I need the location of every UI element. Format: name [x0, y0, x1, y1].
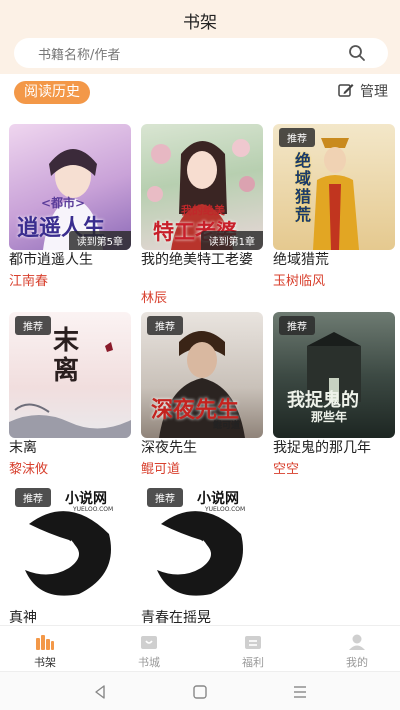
- reading-history-button[interactable]: 阅读历史: [14, 81, 90, 104]
- cover-subtitle: 鲲可道: [213, 421, 241, 431]
- cover-subtitle: 那些年: [311, 410, 348, 424]
- book-cover[interactable]: 推荐 小说网 YUELOO.COM: [9, 484, 131, 608]
- book-cover[interactable]: 推荐 深夜先生 鲲可道: [141, 312, 263, 438]
- tab-label: 书城: [138, 656, 160, 669]
- book-cover[interactable]: <都市> 逍遥人生 读到第5章: [9, 124, 131, 250]
- tab-label: 我的: [346, 656, 368, 669]
- book-author: 玉树临风: [273, 274, 326, 289]
- tab-bookstore[interactable]: 书城: [109, 626, 189, 672]
- tab-label: 福利: [242, 656, 264, 669]
- reading-progress-badge: 读到第5章: [68, 231, 131, 250]
- book-cover[interactable]: 我的绝美 特工老婆 读到第1章: [141, 124, 263, 250]
- tab-welfare[interactable]: 福利: [213, 626, 293, 672]
- book-cover[interactable]: 推荐 我捉鬼的 那些年: [273, 312, 395, 438]
- book-cover[interactable]: 推荐 绝域猎荒: [273, 124, 395, 250]
- book-author: 林辰: [141, 291, 168, 306]
- book-title: 都市逍遥人生: [9, 252, 93, 268]
- book-title: 末离: [9, 440, 37, 456]
- bookstore-icon: [141, 636, 157, 649]
- manage-button[interactable]: 管理: [338, 81, 388, 100]
- book-author: 黎沫攸: [9, 462, 49, 477]
- recommend-badge: 推荐: [279, 316, 315, 335]
- book-author: 空空: [273, 462, 300, 477]
- book-author: 鲲可道: [141, 462, 181, 477]
- book-title: 我捉鬼的那几年: [273, 440, 371, 456]
- home-icon[interactable]: [192, 684, 208, 700]
- search-input[interactable]: 书籍名称/作者: [38, 44, 120, 63]
- book-author: 江南春: [9, 274, 49, 289]
- bottom-tab-bar: 书架 书城 福利 我的: [0, 625, 400, 671]
- manage-label: 管理: [360, 84, 388, 100]
- edit-icon: [338, 84, 354, 97]
- book-title: 绝域猎荒: [273, 252, 329, 268]
- book-cover[interactable]: 推荐 末离: [9, 312, 131, 438]
- tab-profile[interactable]: 我的: [317, 626, 397, 672]
- gift-icon: [245, 636, 261, 649]
- recommend-badge: 推荐: [15, 488, 51, 507]
- recommend-badge: 推荐: [15, 316, 51, 335]
- cover-subtitle: YUELOO.COM: [205, 506, 246, 513]
- recommend-badge: 推荐: [147, 488, 183, 507]
- profile-icon: [349, 634, 365, 650]
- book-cover[interactable]: 推荐 小说网 YUELOO.COM: [141, 484, 263, 608]
- recommend-badge: 推荐: [147, 316, 183, 335]
- recommend-badge: 推荐: [279, 128, 315, 147]
- book-title: 深夜先生: [141, 440, 197, 456]
- book-title: 我的绝美特工老婆: [141, 252, 253, 268]
- cover-subtitle: <都市>: [41, 196, 86, 210]
- search-bar[interactable]: 书籍名称/作者: [14, 38, 388, 68]
- cover-title: 小说网: [65, 491, 107, 507]
- tab-bookshelf[interactable]: 书架: [5, 626, 85, 672]
- search-icon[interactable]: [348, 44, 366, 62]
- page-title: 书架: [183, 13, 217, 33]
- reading-progress-badge: 读到第1章: [200, 231, 263, 250]
- back-icon[interactable]: [92, 684, 108, 700]
- bookshelf-icon: [36, 635, 54, 650]
- cover-title: 末离: [53, 326, 80, 386]
- tab-label: 书架: [34, 656, 56, 669]
- cover-title: 小说网: [197, 491, 239, 507]
- cover-subtitle: YUELOO.COM: [73, 506, 114, 513]
- system-navigation-bar: [0, 671, 400, 710]
- cover-title: 绝域猎荒: [295, 151, 312, 224]
- menu-icon[interactable]: [292, 684, 308, 700]
- header: 书架 书籍名称/作者: [0, 0, 400, 74]
